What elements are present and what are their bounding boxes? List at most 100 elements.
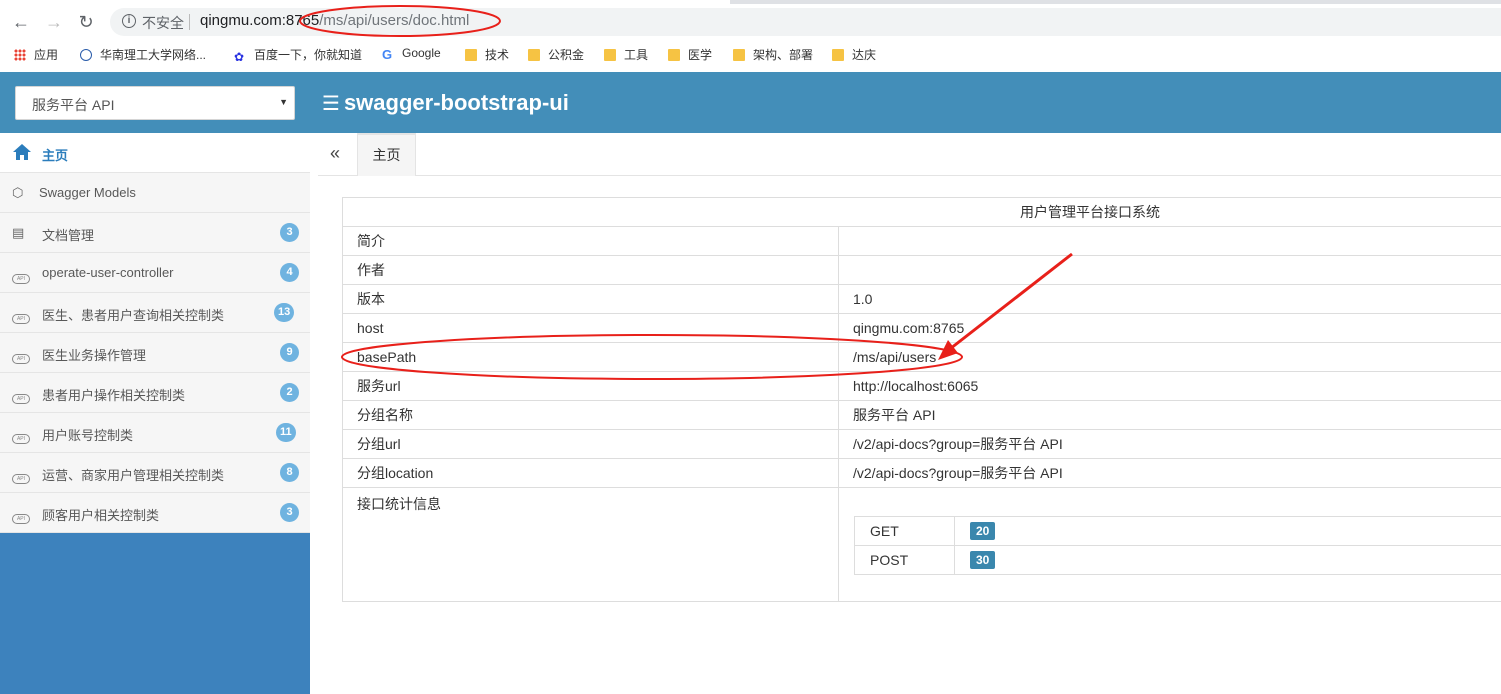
bookmark-folder-arch[interactable]: 架构、部署 [733,46,813,63]
browser-chrome: ← → ↻ i 不安全 qingmu.com:8765/ms/api/users… [0,0,1501,72]
university-icon [80,49,92,61]
sidebar-item-doctor-patient-query[interactable]: API 医生、患者用户查询相关控制类 13 [0,293,310,333]
bookmark-apps[interactable]: 应用 [14,46,58,63]
info-key: 简介 [342,226,839,256]
info-key: 分组location [342,458,839,488]
sidebar-item-operations-merchant[interactable]: API 运营、商家用户管理相关控制类 8 [0,453,310,493]
group-select-value: 服务平台 API [32,97,115,113]
url-path: /ms/api/users/doc.html [319,12,470,29]
sidebar-item-user-account[interactable]: API 用户账号控制类 11 [0,413,310,453]
cube-icon: ⬡ [12,185,24,200]
sidebar-menu: 主页 ⬡ Swagger Models ▤ 文档管理 3 API operate… [0,133,310,533]
info-key: basePath [342,342,839,372]
count-badge: 4 [280,263,299,282]
stats-cell: GET 20 POST 30 [838,487,1501,602]
folder-icon [604,49,616,61]
api-cloud-icon: API [12,474,30,484]
bookmark-folder-tech[interactable]: 技术 [465,46,509,63]
sidebar-item-operate-user-controller[interactable]: API operate-user-controller 4 [0,253,310,293]
count-badge: 8 [280,463,299,482]
count-badge: 3 [280,503,299,522]
bookmark-folder-fund[interactable]: 公积金 [528,46,584,63]
count-badge: 3 [280,223,299,242]
group-select[interactable]: 服务平台 API ▼ [15,86,295,120]
info-icon[interactable]: i [122,14,136,28]
sidebar-item-label: 主页 [42,148,69,163]
google-icon: G [382,47,393,62]
bookmarks-bar: 应用 华南理工大学网络... ✿ 百度一下，你就知道 G Google 技术 公积金… [0,42,1501,68]
address-bar[interactable]: i 不安全 qingmu.com:8765/ms/api/users/doc.h… [110,8,1501,36]
count-badge: 11 [276,423,296,442]
sidebar-item-label: 用户账号控制类 [42,428,134,443]
method-label: GET [854,516,955,546]
method-label: POST [854,545,955,575]
bookmark-folder-tools[interactable]: 工具 [604,46,648,63]
info-value: /v2/api-docs?group=服务平台 API [838,429,1501,459]
bookmark-folder-daqing[interactable]: 达庆 [832,46,876,63]
sidebar-item-label: 运营、商家用户管理相关控制类 [42,468,225,483]
back-icon[interactable]: ← [10,11,32,33]
home-icon [13,144,31,160]
info-value: 服务平台 API [838,400,1501,430]
info-key: 作者 [342,255,839,285]
count-badge: 13 [274,303,295,322]
brand-title: ☰ swagger-bootstrap-ui [322,90,569,115]
count-badge: 2 [280,383,299,402]
folder-icon [832,49,844,61]
info-value: 1.0 [838,284,1501,314]
info-value [838,226,1501,256]
info-key: 服务url [342,371,839,401]
sidebar-item-label: 患者用户操作相关控制类 [42,388,186,403]
apps-grid-icon [14,49,26,61]
method-stats-table: GET 20 POST 30 [854,516,1501,575]
document-gear-icon: ▤ [12,225,25,240]
api-cloud-icon: API [12,354,30,364]
sidebar-item-label: 医生业务操作管理 [42,348,147,363]
api-cloud-icon: API [12,514,30,524]
tab-home[interactable]: 主页 [357,133,416,176]
method-count-badge: 20 [970,522,996,540]
bookmark-folder-medical[interactable]: 医学 [668,46,712,63]
info-value: qingmu.com:8765 [838,313,1501,343]
sidebar-item-label: 医生、患者用户查询相关控制类 [42,308,225,323]
sidebar-item-label: operate-user-controller [42,265,174,280]
info-key: 分组名称 [342,400,839,430]
baidu-paw-icon: ✿ [234,50,245,64]
method-count-badge: 30 [970,551,996,569]
sidebar-item-customer-user[interactable]: API 顾客用户相关控制类 3 [0,493,310,533]
api-info-table: 用户管理平台接口系统 简介 作者 版本 1.0 host qingmu.com:87… [342,197,1501,602]
folder-icon [733,49,745,61]
tab-strip [0,0,1501,4]
info-title: 用户管理平台接口系统 [342,197,1501,227]
info-key: host [342,313,839,343]
sidebar-item-swagger-models[interactable]: ⬡ Swagger Models [0,173,310,213]
info-key: 版本 [342,284,839,314]
sidebar-item-doctor-business[interactable]: API 医生业务操作管理 9 [0,333,310,373]
bookmark-scut[interactable]: 华南理工大学网络... [80,46,206,63]
api-cloud-icon: API [12,274,30,284]
sidebar-item-label: 文档管理 [42,228,95,243]
info-value: /v2/api-docs?group=服务平台 API [838,458,1501,488]
folder-icon [528,49,540,61]
info-value: http://localhost:6065 [838,371,1501,401]
sidebar-item-home[interactable]: 主页 [0,133,310,173]
info-value: /ms/api/users [838,342,1501,372]
sidebar-item-doc-management[interactable]: ▤ 文档管理 3 [0,213,310,253]
api-cloud-icon: API [12,314,30,324]
url-text[interactable]: qingmu.com:8765/ms/api/users/doc.html [200,12,469,29]
sidebar-item-label: 顾客用户相关控制类 [42,508,160,523]
api-cloud-icon: API [12,394,30,404]
count-badge: 9 [280,343,299,362]
folder-icon [668,49,680,61]
sidebar-item-patient-operation[interactable]: API 患者用户操作相关控制类 2 [0,373,310,413]
bookmark-google[interactable]: G Google [382,46,441,62]
bookmark-baidu[interactable]: ✿ 百度一下，你就知道 [234,46,362,63]
insecure-label: 不安全 [142,15,184,31]
collapse-sidebar-icon[interactable]: « [330,143,340,164]
chevron-down-icon: ▼ [279,97,288,107]
tab-bar: « 主页 [318,133,1501,176]
forward-icon[interactable]: → [43,11,65,33]
info-key: 分组url [342,429,839,459]
folder-icon [465,49,477,61]
reload-icon[interactable]: ↻ [75,11,97,33]
